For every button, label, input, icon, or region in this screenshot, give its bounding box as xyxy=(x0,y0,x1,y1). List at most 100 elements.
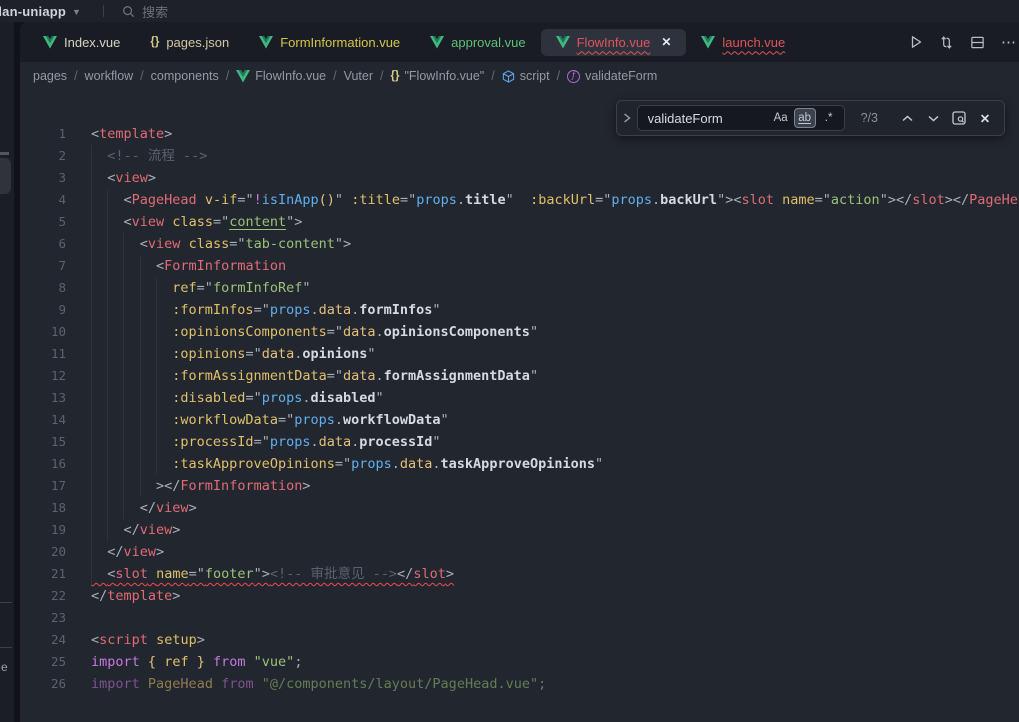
line-number[interactable]: 16 xyxy=(20,453,66,475)
line-number[interactable]: 9 xyxy=(20,299,66,321)
sidebar-edge-divider xyxy=(0,602,12,603)
indent-guide xyxy=(91,365,92,387)
project-switcher[interactable]: dan-uniapp ▼ xyxy=(0,4,81,19)
tab-approval-vue[interactable]: approval.vue xyxy=(415,29,540,56)
line-number[interactable]: 15 xyxy=(20,431,66,453)
line-content xyxy=(66,607,1019,629)
code-line-26[interactable]: 26import PageHead from "@/components/lay… xyxy=(20,673,1019,695)
indent-guide xyxy=(107,299,108,321)
chevron-down-icon: ▼ xyxy=(72,7,81,17)
global-search[interactable]: 搜索 xyxy=(122,2,168,21)
find-close-button[interactable]: ✕ xyxy=(974,107,996,129)
breadcrumb-item-script[interactable]: script xyxy=(502,69,550,83)
line-number[interactable]: 5 xyxy=(20,211,66,233)
find-next-button[interactable] xyxy=(922,107,944,129)
breadcrumb-item--flowinfo-vue-[interactable]: {}"FlowInfo.vue" xyxy=(391,69,485,83)
code-line-11[interactable]: 11 :opinions="data.opinions" xyxy=(20,343,1019,365)
code-line-7[interactable]: 7 <FormInformation xyxy=(20,255,1019,277)
code-text: :opinions="data.opinions" xyxy=(91,346,376,362)
indent-guide xyxy=(107,233,108,255)
tab-index-vue[interactable]: Index.vue xyxy=(28,29,135,56)
code-line-15[interactable]: 15 :processId="props.data.processId" xyxy=(20,431,1019,453)
tab-forminformation-vue[interactable]: FormInformation.vue xyxy=(244,29,415,56)
line-number[interactable]: 8 xyxy=(20,277,66,299)
line-number[interactable]: 2 xyxy=(20,145,66,167)
code-line-3[interactable]: 3 <view> xyxy=(20,167,1019,189)
indent-guide xyxy=(123,431,124,453)
more-actions-button[interactable]: ⋯ xyxy=(1001,33,1017,51)
code-line-14[interactable]: 14 :workflowData="props.workflowData" xyxy=(20,409,1019,431)
line-number[interactable]: 10 xyxy=(20,321,66,343)
line-number[interactable]: 1 xyxy=(20,123,66,145)
line-number[interactable]: 24 xyxy=(20,629,66,651)
line-number[interactable]: 19 xyxy=(20,519,66,541)
tab-flowinfo-vue[interactable]: FlowInfo.vue✕ xyxy=(541,29,687,56)
code-line-6[interactable]: 6 <view class="tab-content"> xyxy=(20,233,1019,255)
code-line-12[interactable]: 12 :formAssignmentData="data.formAssignm… xyxy=(20,365,1019,387)
code-text: <!-- 流程 --> xyxy=(91,148,207,164)
code-line-20[interactable]: 20 </view> xyxy=(20,541,1019,563)
line-number[interactable]: 7 xyxy=(20,255,66,277)
code-line-17[interactable]: 17 ></FormInformation> xyxy=(20,475,1019,497)
code-line-10[interactable]: 10 :opinionsComponents="data.opinionsCom… xyxy=(20,321,1019,343)
breadcrumb-item-components[interactable]: components xyxy=(151,69,219,83)
code-text: </template> xyxy=(91,588,180,604)
breadcrumb-item-flowinfo-vue[interactable]: FlowInfo.vue xyxy=(236,69,326,83)
run-button[interactable] xyxy=(909,35,923,49)
line-number[interactable]: 23 xyxy=(20,607,66,629)
line-number[interactable]: 11 xyxy=(20,343,66,365)
find-input[interactable] xyxy=(648,111,768,126)
split-editor-button[interactable] xyxy=(970,35,985,50)
line-number[interactable]: 3 xyxy=(20,167,66,189)
code-line-4[interactable]: 4 <PageHead v-if="!isInApp()" :title="pr… xyxy=(20,189,1019,211)
code-line-21[interactable]: 21 <slot name="footer"><!-- 审批意见 --></sl… xyxy=(20,563,1019,585)
code-text: :formInfos="props.data.formInfos" xyxy=(91,302,441,318)
code-line-22[interactable]: 22 </template> xyxy=(20,585,1019,607)
find-previous-button[interactable] xyxy=(896,107,918,129)
find-in-selection-button[interactable] xyxy=(948,107,970,129)
code-line-19[interactable]: 19 </view> xyxy=(20,519,1019,541)
code-line-18[interactable]: 18 </view> xyxy=(20,497,1019,519)
line-number[interactable]: 13 xyxy=(20,387,66,409)
line-content: import { ref } from "vue"; xyxy=(66,651,1019,673)
tab-pages-json[interactable]: {}pages.json xyxy=(135,29,244,56)
breadcrumb-item-validateform[interactable]: fvalidateForm xyxy=(567,69,657,83)
sidebar-edge-pill[interactable] xyxy=(0,158,11,194)
code-line-23[interactable]: 23 xyxy=(20,607,1019,629)
breadcrumb-item-workflow[interactable]: workflow xyxy=(85,69,134,83)
line-number[interactable]: 25 xyxy=(20,651,66,673)
line-number[interactable]: 26 xyxy=(20,673,66,695)
code-line-8[interactable]: 8 ref="formInfoRef" xyxy=(20,277,1019,299)
line-content: :formAssignmentData="data.formAssignment… xyxy=(66,365,1019,387)
line-number[interactable]: 17 xyxy=(20,475,66,497)
tab-close-button[interactable]: ✕ xyxy=(661,35,671,49)
func-icon: f xyxy=(567,70,580,83)
line-number[interactable]: 4 xyxy=(20,189,66,211)
code-line-5[interactable]: 5 <view class="content"> xyxy=(20,211,1019,233)
code-line-16[interactable]: 16 :taskApproveOpinions="props.data.task… xyxy=(20,453,1019,475)
sidebar-edge[interactable]: e xyxy=(0,22,14,722)
regex-button[interactable]: .* xyxy=(818,108,840,128)
tab-launch-vue[interactable]: launch.vue xyxy=(686,29,800,56)
open-changes-button[interactable] xyxy=(939,35,954,50)
code-line-2[interactable]: 2 <!-- 流程 --> xyxy=(20,145,1019,167)
search-placeholder: 搜索 xyxy=(142,2,168,21)
code-editor[interactable]: 1<template>2 <!-- 流程 -->3 <view>4 <PageH… xyxy=(20,90,1019,695)
breadcrumb-item-vuter[interactable]: Vuter xyxy=(344,69,373,83)
line-number[interactable]: 22 xyxy=(20,585,66,607)
whole-word-button[interactable]: ab xyxy=(794,108,816,128)
match-case-button[interactable]: Aa xyxy=(770,108,792,128)
line-number[interactable]: 21 xyxy=(20,563,66,585)
code-line-24[interactable]: 24<script setup> xyxy=(20,629,1019,651)
code-line-13[interactable]: 13 :disabled="props.disabled" xyxy=(20,387,1019,409)
breadcrumb-item-pages[interactable]: pages xyxy=(33,69,67,83)
find-expand-toggle[interactable] xyxy=(617,100,637,136)
code-line-25[interactable]: 25import { ref } from "vue"; xyxy=(20,651,1019,673)
line-number[interactable]: 18 xyxy=(20,497,66,519)
line-number[interactable]: 20 xyxy=(20,541,66,563)
line-number[interactable]: 14 xyxy=(20,409,66,431)
breadcrumb-label: "FlowInfo.vue" xyxy=(404,69,484,83)
line-number[interactable]: 12 xyxy=(20,365,66,387)
line-number[interactable]: 6 xyxy=(20,233,66,255)
code-line-9[interactable]: 9 :formInfos="props.data.formInfos" xyxy=(20,299,1019,321)
